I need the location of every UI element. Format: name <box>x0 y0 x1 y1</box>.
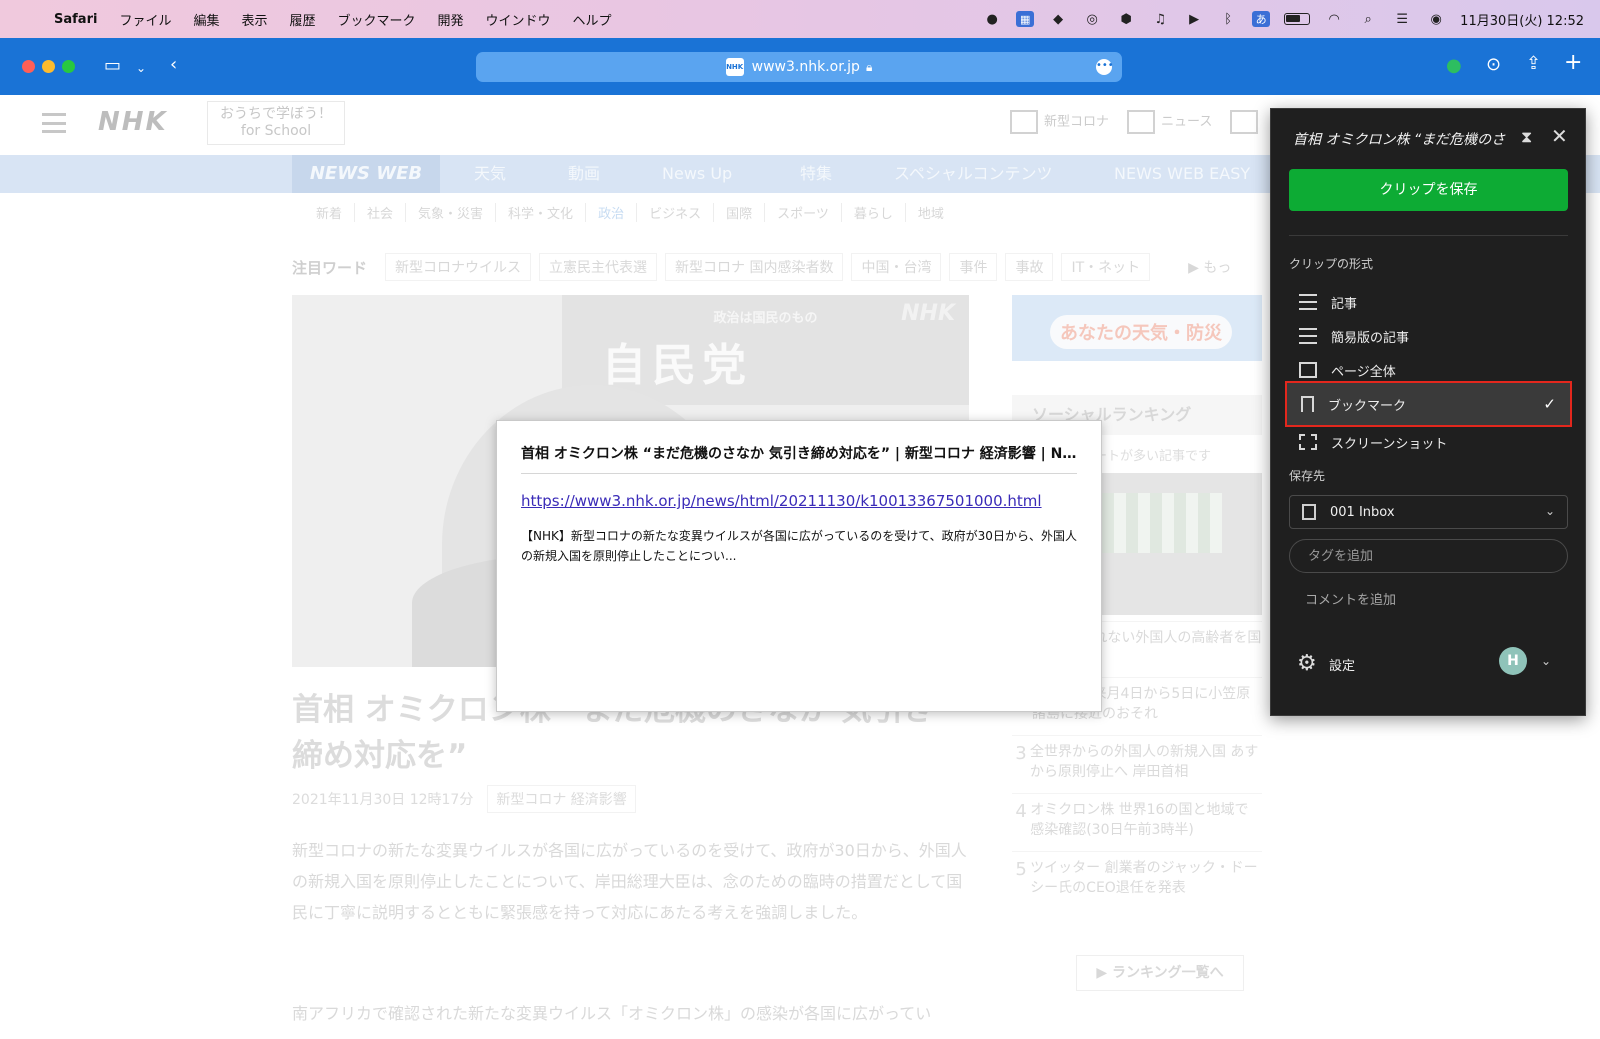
page-menu-icon[interactable]: ••• <box>1096 59 1114 75</box>
clip-format-label: クリップの形式 <box>1289 257 1374 271</box>
account-chevron-down-icon[interactable]: ⌄ <box>1541 654 1551 668</box>
comment-field[interactable]: コメントを追加 <box>1305 589 1396 608</box>
input-method-icon[interactable]: あ <box>1252 11 1271 27</box>
menu-view[interactable]: 表示 <box>241 10 267 29</box>
clipper-footer: ⚙ 設定 H ⌄ <box>1271 639 1587 717</box>
back-button-icon[interactable]: ‹ <box>170 55 177 75</box>
menu-develop[interactable]: 開発 <box>438 10 464 29</box>
tag-input[interactable] <box>1289 539 1568 573</box>
clip-format-label-full-page: ページ全体 <box>1331 364 1396 380</box>
notebook-select[interactable]: 001 Inbox ⌄ <box>1289 495 1568 529</box>
clipper-divider <box>1289 235 1568 236</box>
hourglass-icon[interactable]: ⧗ <box>1521 127 1532 147</box>
play-status-icon[interactable]: ▶ <box>1184 11 1204 27</box>
screenshot-icon <box>1299 434 1317 450</box>
simplified-article-icon <box>1299 328 1317 344</box>
battery-icon[interactable] <box>1284 13 1311 25</box>
checkmark-icon: ✓ <box>1543 395 1556 413</box>
minimize-window-button[interactable] <box>42 60 55 73</box>
notebook-icon <box>1302 504 1316 520</box>
clip-format-label-bookmark: ブックマーク <box>1328 398 1407 414</box>
dropbox-status-icon[interactable]: ◆ <box>1048 11 1068 27</box>
menu-file[interactable]: ファイル <box>119 10 171 29</box>
sidebar-menu-chevron-icon[interactable]: ⌄ <box>136 58 146 78</box>
browser-toolbar: ▭ ⌄ ‹ NHK www3.nhk.or.jp 🔒︎ ••• ● ⊙ ⇪ + <box>0 38 1600 95</box>
zoom-window-button[interactable] <box>62 60 75 73</box>
bookmark-preview-description: 【NHK】新型コロナの新たな変異ウイルスが各国に広がっているのを受けて、政府が3… <box>521 529 1077 563</box>
wifi-status-icon[interactable]: ◠ <box>1324 11 1344 27</box>
close-window-button[interactable] <box>22 60 35 73</box>
bookmark-preview-title: 首相 オミクロン株 “まだ危機のさなか 気引き締め対応を” | 新型コロナ 経済… <box>521 443 1077 474</box>
close-icon[interactable]: ✕ <box>1551 124 1568 148</box>
headphones-status-icon[interactable]: ♫ <box>1150 11 1170 27</box>
control-center-icon[interactable]: ☰ <box>1392 11 1412 27</box>
evernote-extension-icon[interactable]: ● <box>1446 56 1462 76</box>
web-clipper-panel: 首相 オミクロン株 “まだ危機のさ ⧗ ✕ クリップを保存 クリップの形式 記事… <box>1270 108 1586 716</box>
article-icon <box>1299 294 1317 310</box>
sidebar-toggle-icon[interactable]: ▭ <box>104 56 121 76</box>
clip-title-field[interactable]: 首相 オミクロン株 “まだ危機のさ <box>1293 129 1513 149</box>
bookmark-preview-url[interactable]: https://www3.nhk.or.jp/news/html/2021113… <box>521 492 1077 510</box>
bookmark-icon <box>1301 396 1314 412</box>
chevron-down-icon: ⌄ <box>1544 504 1555 518</box>
bluetooth-status-icon[interactable]: ᛒ <box>1218 11 1238 27</box>
downloads-icon[interactable]: ⊙ <box>1486 55 1501 75</box>
menu-window[interactable]: ウインドウ <box>486 10 551 29</box>
bookmark-preview-card: 首相 オミクロン株 “まだ危機のさなか 気引き締め対応を” | 新型コロナ 経済… <box>496 420 1102 712</box>
menu-bar-status-area: ● ▦ ◆ ◎ ⬢ ♫ ▶ ᛒ あ ◠ ⌕ ☰ ◉ 11月30日(火) 12:5… <box>982 0 1584 38</box>
new-tab-icon[interactable]: + <box>1564 52 1582 74</box>
clip-format-article[interactable]: 記事 <box>1285 285 1572 319</box>
account-avatar[interactable]: H <box>1499 647 1527 675</box>
menu-bar: Safari ファイル 編集 表示 履歴 ブックマーク 開発 ウインドウ ヘルプ… <box>0 0 1600 38</box>
address-bar[interactable]: NHK www3.nhk.or.jp 🔒︎ ••• <box>476 52 1122 82</box>
menu-app-name[interactable]: Safari <box>54 12 97 27</box>
apple-menu-icon[interactable] <box>20 10 38 28</box>
clip-format-bookmark[interactable]: ブックマーク ✓ <box>1285 381 1572 427</box>
clip-format-label-screenshot: スクリーンショット <box>1331 436 1448 452</box>
siri-icon[interactable]: ◉ <box>1426 11 1446 27</box>
app-status-icon[interactable]: ⬢ <box>1116 11 1136 27</box>
menu-bar-clock[interactable]: 11月30日(火) 12:52 <box>1460 10 1584 29</box>
clip-format-label-simplified: 簡易版の記事 <box>1331 330 1410 346</box>
address-bar-url: www3.nhk.or.jp <box>751 59 860 75</box>
dictionary-status-icon[interactable]: ▦ <box>1016 11 1035 27</box>
menu-help[interactable]: ヘルプ <box>573 10 612 29</box>
notebook-select-value: 001 Inbox <box>1330 504 1395 520</box>
menu-bookmarks[interactable]: ブックマーク <box>338 10 416 29</box>
lock-icon: 🔒︎ <box>865 59 873 74</box>
spotlight-search-icon[interactable]: ⌕ <box>1358 11 1378 27</box>
evernote-status-icon[interactable]: ● <box>982 11 1002 27</box>
clip-format-label-article: 記事 <box>1331 296 1358 312</box>
menu-edit[interactable]: 編集 <box>193 10 219 29</box>
creative-cloud-status-icon[interactable]: ◎ <box>1082 11 1102 27</box>
destination-label: 保存先 <box>1289 469 1326 483</box>
settings-link[interactable]: 設定 <box>1329 655 1355 674</box>
menu-history[interactable]: 履歴 <box>289 10 315 29</box>
full-page-icon <box>1299 362 1317 378</box>
clip-format-simplified-article[interactable]: 簡易版の記事 <box>1285 319 1572 353</box>
gear-icon[interactable]: ⚙ <box>1297 651 1317 676</box>
clipper-header: 首相 オミクロン株 “まだ危機のさ ⧗ ✕ <box>1271 109 1587 165</box>
save-clip-button[interactable]: クリップを保存 <box>1289 169 1568 211</box>
share-icon[interactable]: ⇪ <box>1526 54 1541 74</box>
site-favicon-icon: NHK <box>725 58 744 76</box>
clip-format-screenshot[interactable]: スクリーンショット <box>1285 425 1572 459</box>
